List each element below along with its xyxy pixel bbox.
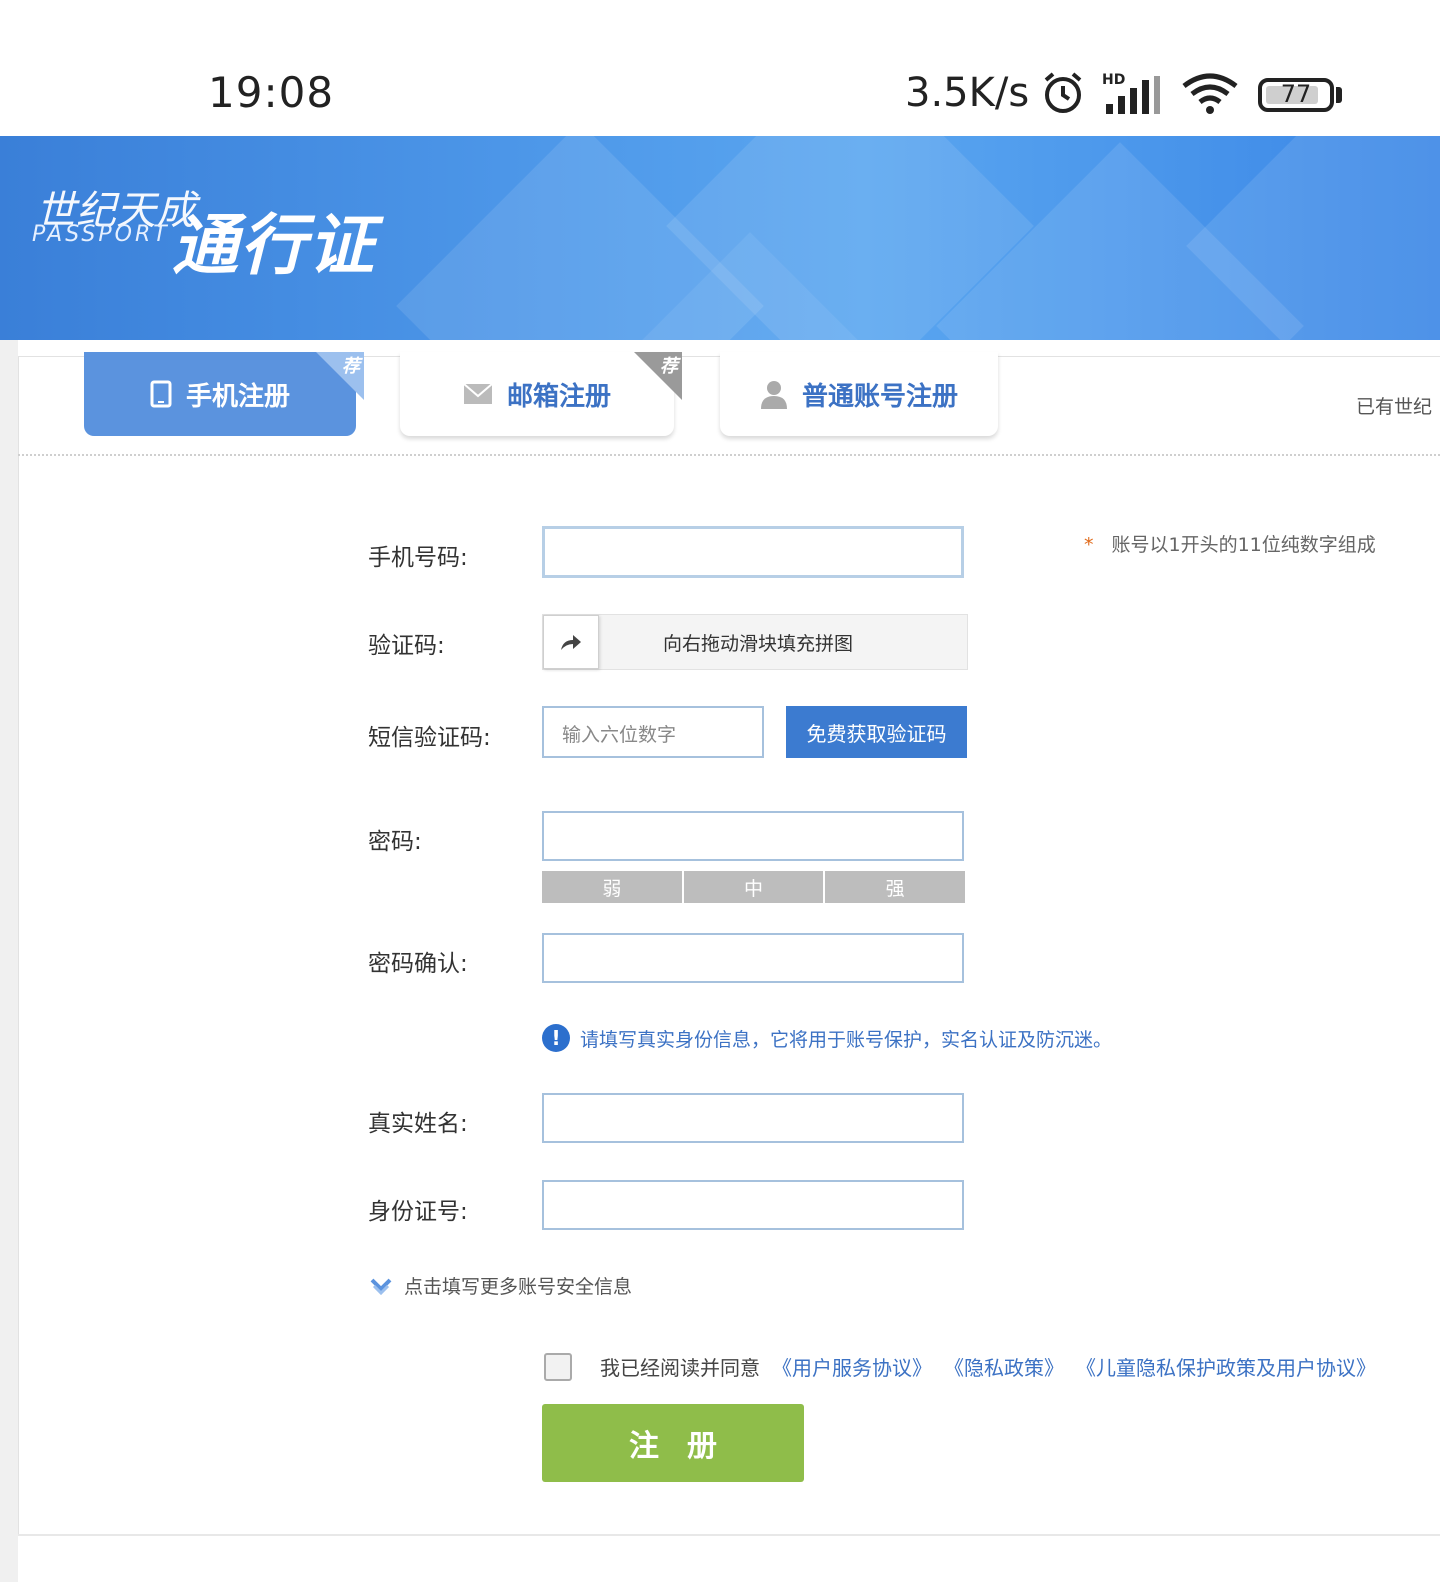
identity-notice: ! 请填写真实身份信息，它将用于账号保护，实名认证及防沉迷。 (542, 1024, 1112, 1052)
tab-label: 邮箱注册 (506, 381, 611, 412)
password-confirm-label: 密码确认: (368, 951, 468, 977)
strength-medium: 中 (683, 871, 826, 903)
password-strength-meter: 弱 中 强 (542, 871, 966, 903)
logo-title: 通行证 (172, 207, 376, 284)
chevron-down-icon (370, 1278, 392, 1295)
status-time: 19:08 (208, 68, 335, 117)
notice-text: 请填写真实身份信息，它将用于账号保护，实名认证及防沉迷。 (580, 1028, 1113, 1051)
info-icon: ! (542, 1024, 570, 1052)
user-service-agreement-link[interactable]: 《用户服务协议》 (772, 1352, 932, 1381)
sms-code-input[interactable]: 输入六位数字 (542, 706, 764, 758)
phone-input[interactable] (542, 526, 964, 578)
arrow-right-icon (561, 635, 581, 650)
id-number-input[interactable] (542, 1180, 964, 1230)
password-label: 密码: (368, 829, 422, 855)
agree-text: 我已经阅读并同意 (600, 1356, 760, 1380)
slider-handle[interactable] (543, 615, 599, 669)
captcha-slider[interactable]: 向右拖动滑块填充拼图 (542, 614, 968, 670)
tab-email-register[interactable]: 邮箱注册 (400, 352, 674, 436)
network-speed: 3.5K/s (905, 70, 1030, 116)
slider-text: 向右拖动滑块填充拼图 (663, 633, 854, 655)
tab-account-register[interactable]: 普通账号注册 (720, 352, 998, 436)
captcha-label: 验证码: (368, 633, 445, 659)
password-input[interactable] (542, 811, 964, 861)
agree-checkbox[interactable] (544, 1352, 572, 1381)
divider (18, 454, 1440, 456)
strength-strong: 强 (825, 871, 966, 903)
battery-level: 77 (1280, 80, 1312, 108)
child-privacy-policy-link[interactable]: 《儿童隐私保护政策及用户协议》 (1076, 1352, 1376, 1381)
alarm-icon (1044, 72, 1082, 113)
tab-label: 普通账号注册 (801, 381, 958, 412)
id-number-label: 身份证号: (368, 1199, 468, 1225)
wifi-icon (1182, 73, 1238, 114)
login-link-text[interactable]: 已有世纪 (1356, 392, 1440, 419)
phone-hint: * 账号以1开头的11位纯数字组成 (1084, 530, 1376, 557)
mail-icon (463, 383, 493, 405)
user-icon (760, 379, 788, 409)
logo-passport: PASSPORT (32, 222, 170, 247)
real-name-input[interactable] (542, 1093, 964, 1143)
password-confirm-input[interactable] (542, 933, 964, 983)
agreement-row: 我已经阅读并同意 《用户服务协议》 《隐私政策》 《儿童隐私保护政策及用户协议》 (544, 1352, 1376, 1381)
svg-text:HD: HD (1102, 72, 1125, 88)
more-info-text: 点击填写更多账号安全信息 (404, 1276, 633, 1298)
tab-label: 手机注册 (185, 381, 290, 412)
get-sms-code-button[interactable]: 免费获取验证码 (786, 706, 967, 758)
phone-hint-text: 账号以1开头的11位纯数字组成 (1111, 534, 1376, 556)
phone-label: 手机号码: (368, 545, 468, 571)
strength-weak: 弱 (542, 871, 684, 903)
required-mark: * (1084, 534, 1094, 556)
battery-icon: 77 (1258, 78, 1334, 112)
status-bar: 19:08 3.5K/s HD 77 (0, 0, 1440, 136)
phone-icon (150, 380, 172, 408)
more-security-info-toggle[interactable]: 点击填写更多账号安全信息 (370, 1272, 632, 1299)
tab-phone-register[interactable]: 手机注册 (84, 352, 356, 436)
signal-icon: HD (1102, 72, 1160, 114)
privacy-policy-link[interactable]: 《隐私政策》 (944, 1352, 1064, 1381)
register-button[interactable]: 注册 (542, 1404, 804, 1482)
real-name-label: 真实姓名: (368, 1111, 468, 1137)
sms-label: 短信验证码: (368, 725, 491, 751)
